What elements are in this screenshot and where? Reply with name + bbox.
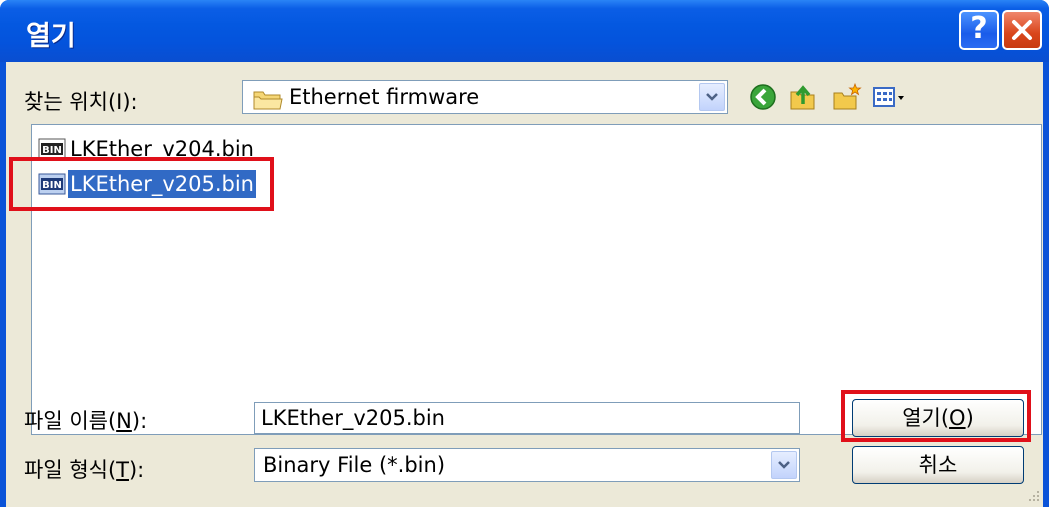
- file-name: LKEther_v204.bin: [70, 137, 254, 161]
- dialog-body: 찾는 위치(I): Ethernet firmware BIN LKEther_…: [6, 62, 1043, 507]
- file-name-label: 파일 이름(N):: [24, 409, 148, 433]
- title-bar[interactable]: 열기 ?: [0, 0, 1049, 62]
- bin-file-icon: BIN: [38, 138, 66, 160]
- chevron-down-icon: [706, 93, 718, 101]
- open-button[interactable]: 열기(O): [852, 399, 1024, 437]
- folder-icon: [253, 91, 283, 110]
- file-type-select[interactable]: Binary File (*.bin): [254, 448, 800, 482]
- file-list[interactable]: BIN LKEther_v204.bin BIN LKEther_v205.bi…: [31, 124, 1042, 435]
- close-icon: [1012, 20, 1032, 40]
- new-folder-icon[interactable]: [832, 82, 862, 112]
- window-title: 열기: [26, 21, 76, 52]
- file-type-value: Binary File (*.bin): [263, 453, 446, 477]
- look-in-combo[interactable]: Ethernet firmware: [242, 80, 728, 114]
- file-name: LKEther_v205.bin: [67, 169, 257, 199]
- close-button[interactable]: [1002, 10, 1042, 50]
- open-dialog: 열기 ? 찾는 위치(I): Ethernet firmware BIN LKE…: [0, 0, 1049, 507]
- look-in-label: 찾는 위치(I):: [24, 90, 138, 114]
- svg-text:BIN: BIN: [42, 145, 62, 156]
- file-type-label: 파일 형식(T):: [24, 458, 145, 482]
- help-button[interactable]: ?: [959, 10, 999, 50]
- resize-grip[interactable]: [1025, 489, 1041, 505]
- back-icon[interactable]: [748, 82, 778, 112]
- look-in-dropdown-button[interactable]: [699, 83, 725, 111]
- bin-file-icon: BIN: [38, 173, 66, 195]
- svg-text:BIN: BIN: [42, 180, 62, 191]
- file-type-dropdown-button[interactable]: [771, 451, 797, 479]
- up-folder-icon[interactable]: [788, 82, 818, 112]
- file-name-input[interactable]: [254, 402, 800, 434]
- look-in-value: Ethernet firmware: [289, 85, 480, 109]
- chevron-down-icon: [778, 461, 790, 469]
- view-menu-icon[interactable]: [872, 82, 908, 112]
- cancel-button[interactable]: 취소: [852, 446, 1024, 484]
